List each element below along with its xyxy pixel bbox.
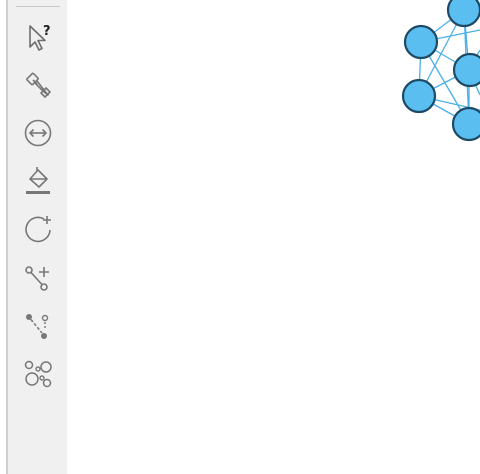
paintbrush-icon	[26, 72, 51, 98]
edge-dashed-icon	[26, 314, 49, 339]
toolbar-separator	[16, 6, 60, 7]
add-edge-tool-button[interactable]	[17, 258, 59, 296]
graph-node[interactable]	[401, 78, 437, 114]
fill-color-tool-button[interactable]	[17, 162, 59, 200]
graph-canvas[interactable]	[68, 0, 480, 474]
circle-double-arrow-icon	[24, 119, 52, 147]
svg-text:?: ?	[43, 24, 51, 39]
graph-node[interactable]	[451, 106, 480, 142]
node-cluster-tool-button[interactable]	[17, 354, 59, 392]
graph-node[interactable]	[403, 24, 439, 60]
add-circle-tool-button[interactable]	[17, 210, 59, 248]
add-edge-dashed-tool-button[interactable]	[17, 306, 59, 344]
paint-bucket-icon	[26, 167, 50, 194]
cursor-question-icon: ?	[29, 24, 51, 51]
edge-plus-icon	[25, 266, 49, 291]
circle-plus-icon	[25, 216, 51, 243]
graph-nodes	[401, 0, 480, 142]
paint-nodes-tool-button[interactable]	[17, 66, 59, 104]
tool-palette: ?	[8, 0, 67, 474]
node-cluster-icon	[24, 360, 52, 388]
graph-node[interactable]	[452, 52, 480, 88]
graph-node[interactable]	[446, 0, 480, 28]
help-select-tool-button[interactable]: ?	[17, 18, 59, 56]
resize-tool-button[interactable]	[17, 114, 59, 152]
